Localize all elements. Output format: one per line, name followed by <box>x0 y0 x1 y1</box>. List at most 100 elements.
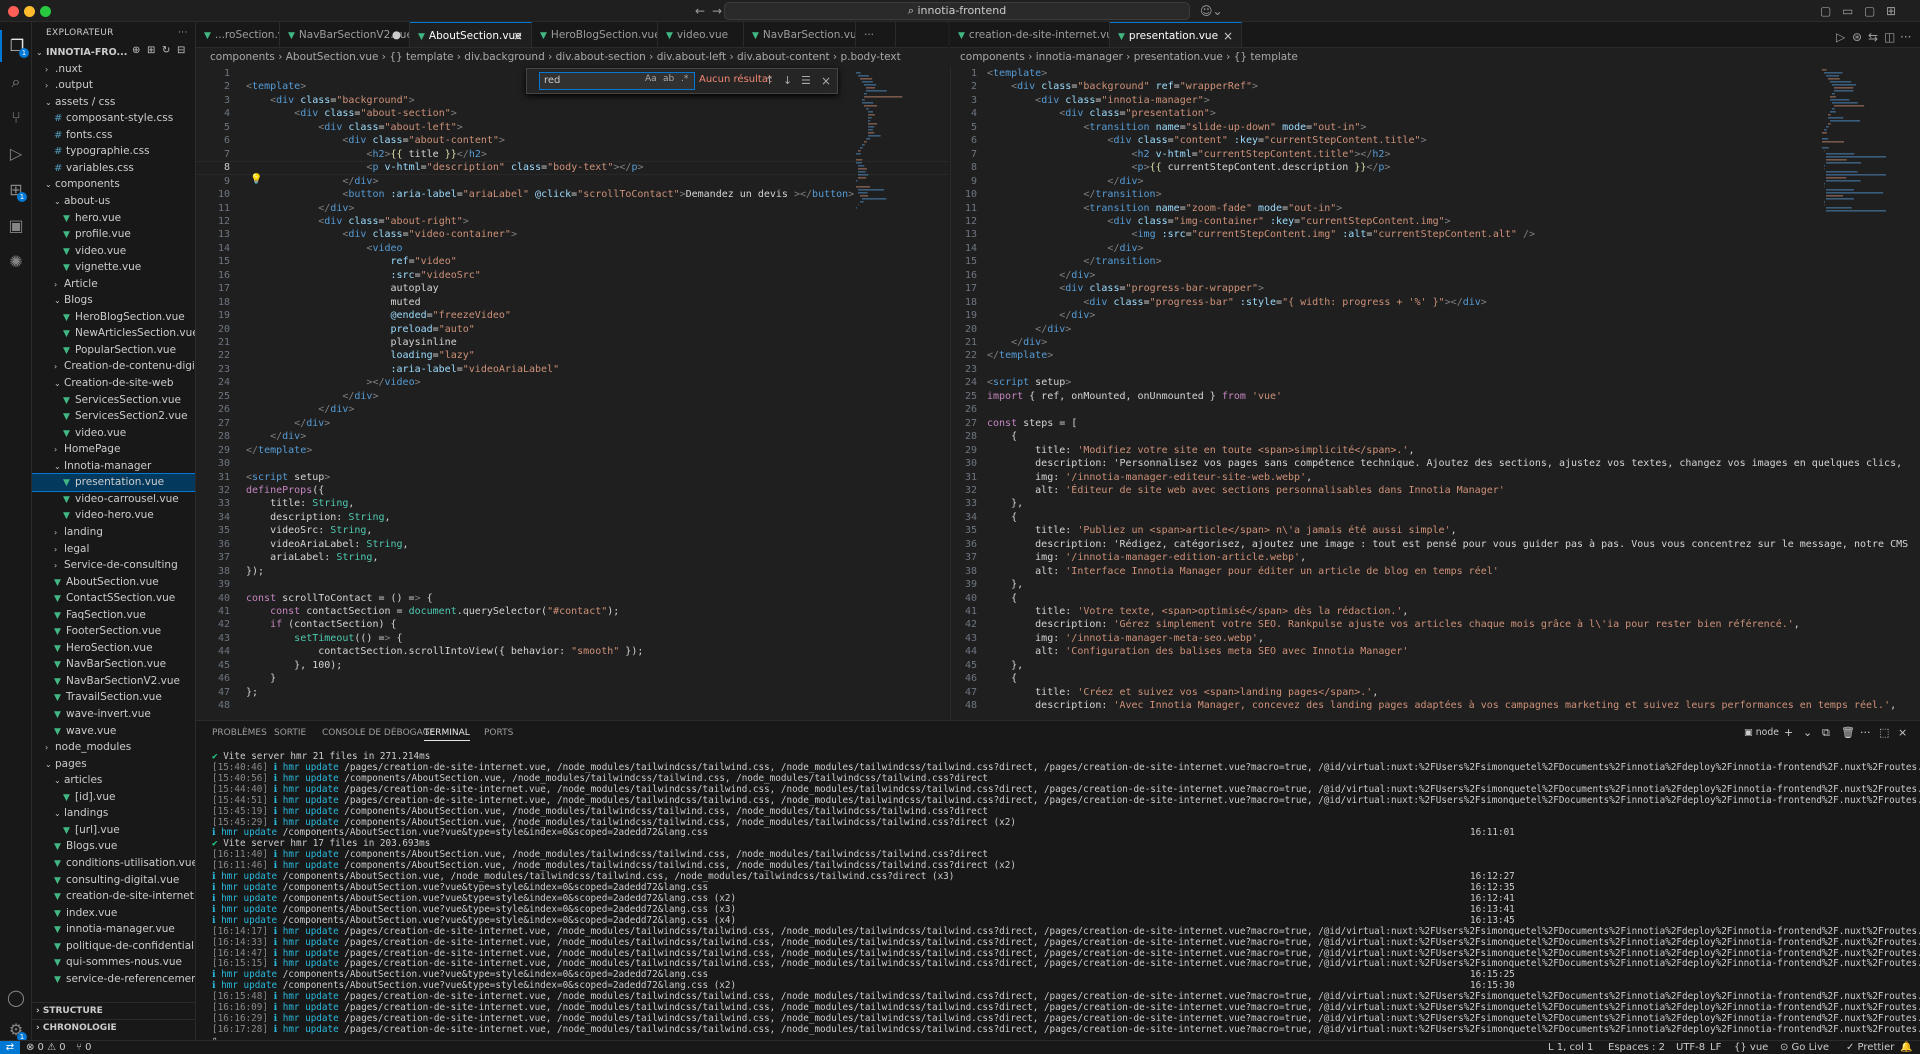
end-of-line[interactable]: LF <box>1710 1041 1721 1054</box>
lightbulb-icon[interactable]: 💡 <box>250 174 262 185</box>
tab--[interactable]: ··· <box>856 22 896 47</box>
left-breadcrumb[interactable]: components › AboutSection.vue › {} templ… <box>196 48 948 67</box>
more-actions-icon[interactable]: ··· <box>1900 29 1911 45</box>
panel-tab-ports[interactable]: PORTS <box>484 725 513 741</box>
tree-item[interactable]: ⌄ about-us <box>32 193 195 210</box>
outline-section[interactable]: › STRUCTURE <box>32 1002 195 1019</box>
copilot-icon[interactable]: ☺⌄ <box>1200 3 1223 19</box>
terminal-dropdown-icon[interactable]: ⌄ <box>1803 727 1812 739</box>
chatgpt-icon[interactable]: ✺ <box>0 246 32 278</box>
tab-presentation-vue[interactable]: ▼ presentation.vue × <box>1110 22 1242 47</box>
tree-item[interactable]: ▼ conditions-utilisation.vue <box>32 855 195 872</box>
match-case-icon[interactable]: Aa <box>645 74 657 84</box>
ports-count[interactable]: ⑂ 0 <box>76 1041 92 1054</box>
source-control-icon[interactable]: ⑂ <box>0 102 32 134</box>
new-file-icon[interactable]: ⊕ <box>132 45 140 56</box>
tree-item[interactable]: ▼ hero.vue <box>32 210 195 227</box>
indentation[interactable]: Espaces : 2 <box>1608 1041 1665 1054</box>
close-icon[interactable]: × <box>1898 727 1907 739</box>
panel-tab-sortie[interactable]: SORTIE <box>274 725 306 741</box>
tree-item[interactable]: ▼ HeroSection.vue <box>32 640 195 657</box>
tree-item[interactable]: ▼ FaqSection.vue <box>32 607 195 624</box>
new-terminal-icon[interactable]: + <box>1784 727 1793 739</box>
toggle-secondary-sidebar-icon[interactable]: ▢ <box>1864 3 1875 19</box>
close-icon[interactable]: × <box>1223 23 1233 47</box>
tree-item[interactable]: › HomePage <box>32 441 195 458</box>
left-minimap[interactable] <box>852 67 922 587</box>
tree-item[interactable]: ▼ qui-sommes-nous.vue <box>32 954 195 971</box>
tree-item[interactable]: ▼ video.vue <box>32 243 195 260</box>
tab-heroblogsection-vue[interactable]: ▼ HeroBlogSection.vue <box>532 22 658 47</box>
remote-explorer-icon[interactable]: ▣ <box>0 210 32 242</box>
run-icon[interactable]: ▷ <box>1836 29 1845 45</box>
go-live-button[interactable]: ⊙ Go Live <box>1780 1041 1829 1054</box>
split-editor-icon[interactable]: ◫ <box>1884 29 1895 45</box>
tree-item[interactable]: ▼ ServicesSection2.vue <box>32 408 195 425</box>
tree-item[interactable]: ▼ NewArticlesSection.vue <box>32 325 195 342</box>
tree-item[interactable]: ▼ innotia-manager.vue <box>32 921 195 938</box>
search-icon[interactable]: ⌕ <box>0 66 32 98</box>
tree-item[interactable]: ⌄ components <box>32 176 195 193</box>
find-menu-icon[interactable]: ☰ <box>801 74 811 87</box>
tree-item[interactable]: › Service-de-consulting <box>32 557 195 574</box>
tree-item[interactable]: ⌄ landings <box>32 805 195 822</box>
tree-item[interactable]: ▼ AboutSection.vue <box>32 574 195 591</box>
tree-item[interactable]: ▼ profile.vue <box>32 226 195 243</box>
timeline-section[interactable]: › CHRONOLOGIE <box>32 1019 195 1036</box>
tree-item[interactable]: ▼ NavBarSection.vue <box>32 656 195 673</box>
remote-indicator-icon[interactable]: ⇄ <box>0 1041 20 1054</box>
arrow-left-icon[interactable]: ← <box>695 3 705 19</box>
tab-navbarsection-vue[interactable]: ▼ NavBarSection.vue <box>744 22 856 47</box>
tree-item[interactable]: # variables.css <box>32 160 195 177</box>
tree-item[interactable]: › landing <box>32 524 195 541</box>
tree-item[interactable]: # typographie.css <box>32 143 195 160</box>
tree-item[interactable]: › node_modules <box>32 739 195 756</box>
tab-creation-de-site-internet-vue[interactable]: ▼ creation-de-site-internet.vue <box>950 22 1110 47</box>
minimize-window-button[interactable] <box>24 6 35 17</box>
copilot-icon[interactable]: ⊛ <box>1852 29 1862 45</box>
close-icon[interactable]: × <box>821 74 831 88</box>
tree-item[interactable]: ▼ creation-de-site-internet.v... <box>32 888 195 905</box>
panel-tab-console-de-d-bogage[interactable]: CONSOLE DE DÉBOGAGE <box>322 725 435 741</box>
previous-match-icon[interactable]: ↑ <box>765 74 774 87</box>
tab-navbarsectionv2-vue[interactable]: ▼ NavBarSectionV2.vue ● <box>280 22 410 47</box>
run-debug-icon[interactable]: ▷ <box>0 138 32 170</box>
tree-item[interactable]: ⌄ Blogs <box>32 292 195 309</box>
terminal-shell[interactable]: ▣ node <box>1744 727 1779 739</box>
cursor-position[interactable]: L 1, col 1 <box>1548 1041 1593 1054</box>
tree-item[interactable]: ▼ index.vue <box>32 905 195 922</box>
encoding[interactable]: UTF-8 <box>1676 1041 1705 1054</box>
tree-item[interactable]: ▼ wave.vue <box>32 723 195 740</box>
prettier-status[interactable]: ✓ Prettier <box>1846 1041 1894 1054</box>
close-window-button[interactable] <box>8 6 19 17</box>
tree-item[interactable]: › Creation-de-contenu-digital <box>32 358 195 375</box>
regex-icon[interactable]: .* <box>681 74 688 84</box>
files-icon[interactable]: ❐ 1 <box>0 30 32 62</box>
toggle-sidebar-icon[interactable]: ▢ <box>1820 3 1831 19</box>
arrow-right-icon[interactable]: → <box>712 3 722 19</box>
tree-item[interactable]: ▼ video-carrousel.vue <box>32 491 195 508</box>
tree-item[interactable]: ▼ politique-de-confidentialit... <box>32 938 195 955</box>
account-icon[interactable]: ◯ <box>0 982 32 1014</box>
tree-item[interactable]: ⌄ Innotia-manager <box>32 458 195 475</box>
maximize-window-button[interactable] <box>40 6 51 17</box>
tree-item[interactable]: ▼ video-hero.vue <box>32 507 195 524</box>
tab-aboutsection-vue[interactable]: ▼ AboutSection.vue × <box>410 22 532 47</box>
tree-item[interactable]: ▼ NavBarSectionV2.vue <box>32 673 195 690</box>
open-changes-icon[interactable]: ⇆ <box>1868 29 1878 45</box>
layout-icon[interactable]: ⊞ <box>1886 3 1896 19</box>
tree-item[interactable]: # composant-style.css <box>32 110 195 127</box>
bell-icon[interactable]: 🔔 <box>1900 1041 1912 1054</box>
tree-item[interactable]: ▼ consulting-digital.vue <box>32 872 195 889</box>
tree-item[interactable]: ▼ [id].vue <box>32 789 195 806</box>
tree-item[interactable]: ▼ vignette.vue <box>32 259 195 276</box>
refresh-icon[interactable]: ↻ <box>162 45 170 56</box>
tree-item[interactable]: ▼ FooterSection.vue <box>32 623 195 640</box>
tree-item[interactable]: ▼ Blogs.vue <box>32 838 195 855</box>
right-code-editor[interactable]: 1 <template> 2 <div class="background" ref… <box>950 67 1920 720</box>
tree-item[interactable]: › .output <box>32 77 195 94</box>
more-actions-icon[interactable]: ··· <box>1860 727 1871 739</box>
tree-item[interactable]: ▼ ContactSSection.vue <box>32 590 195 607</box>
tree-item[interactable]: ▼ TravailSection.vue <box>32 689 195 706</box>
tree-item[interactable]: ⌄ Creation-de-site-web <box>32 375 195 392</box>
